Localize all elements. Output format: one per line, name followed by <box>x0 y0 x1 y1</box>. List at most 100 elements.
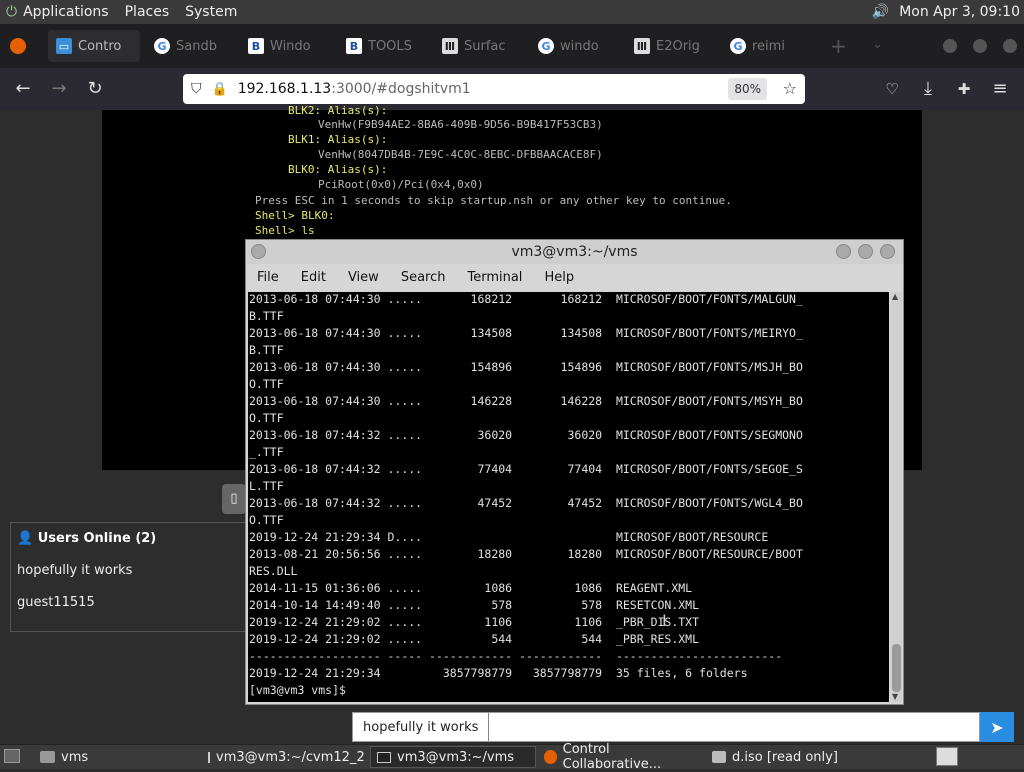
not-secure-icon[interactable]: 🔒 <box>212 82 228 97</box>
extensions-icon[interactable]: ✚ <box>953 78 975 100</box>
zoom-indicator[interactable]: 80% <box>728 78 767 100</box>
user-icon: 👤 <box>17 531 34 546</box>
workspace-switcher-icon[interactable] <box>936 747 958 766</box>
museum-icon: Ⅲ <box>442 38 458 54</box>
send-button[interactable]: ➤ <box>980 712 1014 742</box>
terminal-line: B.TTF <box>249 309 284 323</box>
terminal-line: O.TTF <box>249 411 284 425</box>
google-icon: G <box>538 38 554 54</box>
terminal-title: vm3@vm3:~/vms <box>511 244 638 260</box>
terminal-line: L.TTF <box>249 479 284 493</box>
menu-icon[interactable]: ≡ <box>989 78 1011 100</box>
clock[interactable]: Mon Apr 3, 09:10 <box>899 4 1020 20</box>
minimize-icon[interactable] <box>836 244 851 259</box>
terminal-line: 2019-12-24 21:29:02 ..... 544 544 _PBR_R… <box>249 632 700 646</box>
terminal-prompt: [vm3@vm3 vms]$ <box>249 683 353 697</box>
terminal-output[interactable]: 2013-06-18 07:44:30 ..... 168212 168212 … <box>248 292 889 702</box>
terminal-line: 2019-12-24 21:29:34 3857798779 385779877… <box>249 666 748 680</box>
terminal-line: 2013-06-18 07:44:32 ..... 47452 47452 MI… <box>249 496 803 510</box>
menu-search[interactable]: Search <box>390 270 457 285</box>
downloads-icon[interactable]: ⤓ <box>917 78 939 100</box>
menu-file[interactable]: File <box>246 270 290 285</box>
applications-menu[interactable]: Applications <box>23 4 109 20</box>
system-menu[interactable]: System <box>185 4 237 20</box>
user-entry[interactable]: guest11515 <box>17 595 95 610</box>
places-menu[interactable]: Places <box>125 4 170 20</box>
shield-icon[interactable]: ⛉ <box>191 81 202 97</box>
tab-surface[interactable]: Ⅲ Surfac <box>434 30 526 62</box>
terminal-icon <box>208 751 210 763</box>
text-cursor-icon: I <box>662 611 667 630</box>
terminal-window[interactable]: vm3@vm3:~/vms File Edit View Search Term… <box>245 239 904 705</box>
back-icon[interactable]: ← <box>12 78 34 100</box>
google-icon: G <box>730 38 746 54</box>
terminal-titlebar[interactable]: vm3@vm3:~/vms <box>246 240 903 264</box>
terminal-line: 2013-06-18 07:44:30 ..... 146228 146228 … <box>249 394 803 408</box>
chat-username: hopefully it works <box>353 713 490 741</box>
terminal-line: 2014-10-14 14:49:40 ..... 578 578 RESETC… <box>249 598 700 612</box>
tab-windows[interactable]: B Windo <box>240 30 332 62</box>
menu-terminal[interactable]: Terminal <box>456 270 533 285</box>
tab-e2orig[interactable]: Ⅲ E2Orig <box>626 30 718 62</box>
scroll-down-icon[interactable]: ▼ <box>892 692 898 701</box>
tab-bar: ▭ Contro G Sandb B Windo B TOOLS Ⅲ Surfa… <box>0 24 1024 68</box>
vm-line: Shell> BLK0: <box>255 209 335 222</box>
volume-icon[interactable]: 🔊 <box>872 4 889 20</box>
terminal-line: RES.DLL <box>249 564 298 578</box>
task-terminal-vms[interactable]: vm3@vm3:~/vms <box>370 746 536 768</box>
firefox-view-icon[interactable] <box>10 38 26 54</box>
terminal-line: 2013-06-18 07:44:30 ..... 168212 168212 … <box>249 292 803 306</box>
bookmark-star-icon[interactable]: ☆ <box>783 79 797 98</box>
url-host: 192.168.1.13 <box>237 81 332 97</box>
tab-reimi[interactable]: G reimi <box>722 30 814 62</box>
close-icon[interactable] <box>880 244 895 259</box>
folder-icon <box>40 751 55 763</box>
tab-tools[interactable]: B TOOLS <box>338 30 430 62</box>
task-vms-folder[interactable]: vms <box>34 746 200 768</box>
terminal-line: 2013-08-21 20:56:56 ..... 18280 18280 MI… <box>249 547 803 561</box>
task-firefox[interactable]: Control Collaborative... <box>538 742 704 772</box>
archive-icon <box>712 751 726 763</box>
gnome-foot-icon[interactable]: ⏻ <box>6 4 17 20</box>
tab-sandbox[interactable]: G Sandb <box>146 30 238 62</box>
vm-line: BLK2: Alias(s): <box>288 104 388 117</box>
terminal-line: 2013-06-18 07:44:32 ..... 77404 77404 MI… <box>249 462 803 476</box>
reload-icon[interactable]: ↻ <box>84 78 106 100</box>
terminal-line: 2013-06-18 07:44:30 ..... 134508 134508 … <box>249 326 803 340</box>
scrollbar-thumb[interactable] <box>892 644 901 692</box>
window-menu-icon[interactable] <box>251 244 266 259</box>
museum-icon: Ⅲ <box>634 38 650 54</box>
task-archive[interactable]: d.iso [read only] <box>706 746 872 768</box>
url-bar[interactable]: ⛉ 🔒 192.168.1.13:3000/#dogshitvm1 80% ☆ <box>183 74 805 104</box>
maximize-window-icon[interactable] <box>973 39 987 53</box>
pocket-icon[interactable]: ♡ <box>881 78 903 100</box>
vm-line: Shell> ls <box>255 224 315 237</box>
minimize-window-icon[interactable] <box>943 39 957 53</box>
menu-view[interactable]: View <box>337 270 390 285</box>
users-online-title: Users Online (2) <box>37 531 157 546</box>
terminal-line: O.TTF <box>249 377 284 391</box>
tab-control[interactable]: ▭ Contro <box>48 30 140 62</box>
terminal-line: 2013-06-18 07:44:32 ..... 36020 36020 MI… <box>249 428 803 442</box>
maximize-icon[interactable] <box>858 244 873 259</box>
menu-edit[interactable]: Edit <box>290 270 337 285</box>
tab-list-icon[interactable]: ⌄ <box>872 37 883 52</box>
vm-line: PciRoot(0x0)/Pci(0x4,0x0) <box>318 178 484 191</box>
mouse-control-icon[interactable]: ▯ <box>222 484 246 514</box>
terminal-line: B.TTF <box>249 343 284 357</box>
firefox-icon <box>544 750 557 764</box>
terminal-icon <box>377 751 391 763</box>
google-icon: G <box>154 38 170 54</box>
chat-input[interactable]: hopefully it works <box>352 712 980 742</box>
tab-windo[interactable]: G windo <box>530 30 622 62</box>
show-desktop-icon[interactable] <box>4 749 20 763</box>
task-terminal-cvm12[interactable]: vm3@vm3:~/cvm12_2 <box>202 746 368 768</box>
terminal-scrollbar[interactable]: ▲ ▼ <box>891 292 902 702</box>
close-window-icon[interactable] <box>1003 39 1017 53</box>
forward-icon[interactable]: → <box>48 78 70 100</box>
scroll-up-icon[interactable]: ▲ <box>892 292 898 301</box>
menu-help[interactable]: Help <box>533 270 585 285</box>
new-tab-icon[interactable]: + <box>830 34 847 58</box>
vm-line: BLK0: Alias(s): <box>288 163 388 176</box>
user-entry[interactable]: hopefully it works <box>17 563 132 578</box>
